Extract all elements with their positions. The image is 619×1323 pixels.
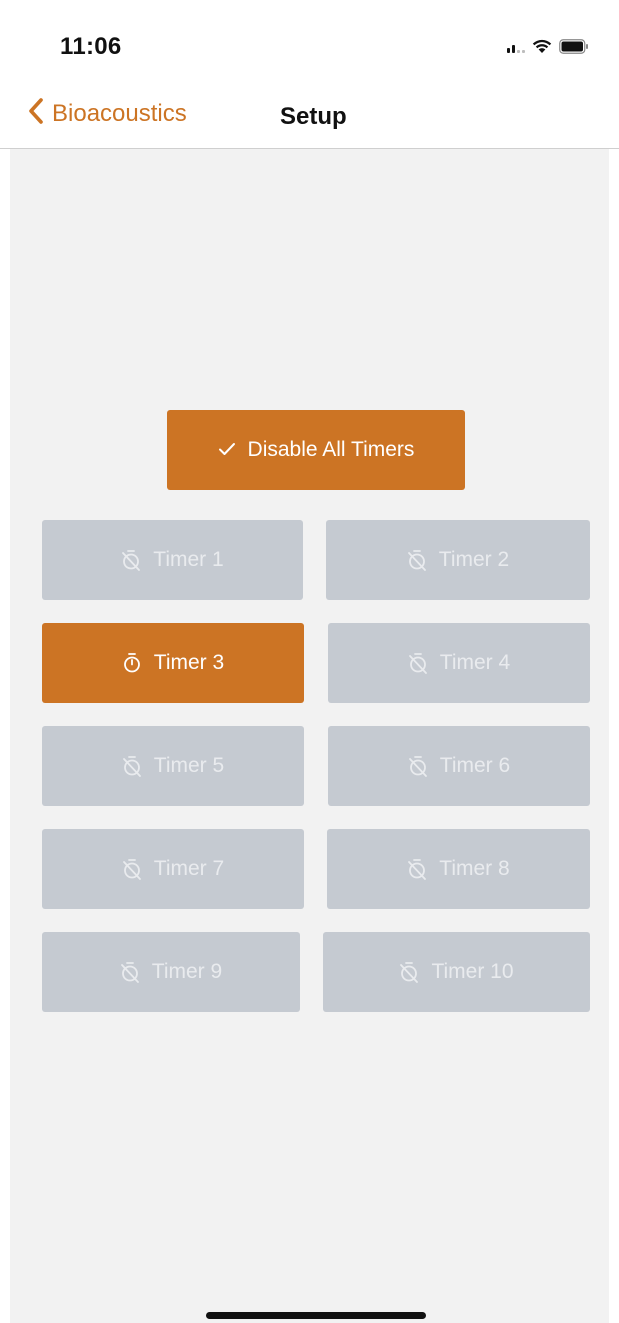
timer-9-button[interactable]: Timer 9 [42, 932, 300, 1012]
timer-off-icon [408, 652, 428, 674]
timer-icon [122, 652, 142, 674]
timer-off-icon [399, 961, 419, 983]
timer-1-button[interactable]: Timer 1 [42, 520, 303, 600]
timer-label: Timer 3 [153, 651, 225, 674]
timer-off-icon [407, 549, 427, 571]
disable-all-timers-label: Disable All Timers [247, 438, 415, 461]
screen: 11:06 Bioacoustics Setup Disable All Tim… [0, 0, 619, 1323]
wifi-icon [531, 38, 553, 54]
timer-off-icon [122, 755, 142, 777]
timer-off-icon [407, 858, 427, 880]
timer-label: Timer 9 [151, 960, 223, 983]
timer-off-icon [408, 755, 428, 777]
timer-label: Timer 5 [153, 754, 225, 777]
timer-6-button[interactable]: Timer 6 [328, 726, 590, 806]
timer-5-button[interactable]: Timer 5 [42, 726, 304, 806]
battery-icon [559, 38, 589, 54]
timer-off-icon [122, 858, 142, 880]
chevron-left-icon [28, 98, 44, 129]
timer-2-button[interactable]: Timer 2 [326, 520, 590, 600]
checkmark-icon [218, 438, 236, 462]
timer-label: Timer 1 [153, 548, 224, 571]
timer-label: Timer 6 [439, 754, 511, 777]
timer-8-button[interactable]: Timer 8 [327, 829, 590, 909]
disable-all-timers-button[interactable]: Disable All Timers [167, 410, 465, 490]
back-label: Bioacoustics [52, 99, 187, 127]
timer-4-button[interactable]: Timer 4 [328, 623, 590, 703]
status-time: 11:06 [60, 33, 122, 60]
timer-label: Timer 8 [439, 857, 510, 880]
timer-off-icon [121, 549, 141, 571]
navigation-bar: Bioacoustics Setup [0, 80, 619, 149]
timer-label: Timer 4 [439, 651, 511, 674]
status-icons [507, 38, 589, 54]
timer-7-button[interactable]: Timer 7 [42, 829, 304, 909]
home-indicator[interactable] [206, 1312, 426, 1319]
timer-label: Timer 10 [431, 960, 514, 983]
timer-10-button[interactable]: Timer 10 [323, 932, 590, 1012]
timer-label: Timer 7 [153, 857, 225, 880]
cellular-signal-icon [507, 39, 525, 53]
content-area: Disable All Timers Timer 1 Timer 2 Timer… [10, 149, 609, 1323]
status-bar: 11:06 [0, 0, 619, 80]
timer-label: Timer 2 [438, 548, 510, 571]
timer-off-icon [120, 961, 140, 983]
back-button[interactable]: Bioacoustics [28, 98, 187, 129]
page-title: Setup [280, 103, 347, 130]
timer-3-button[interactable]: Timer 3 [42, 623, 304, 703]
